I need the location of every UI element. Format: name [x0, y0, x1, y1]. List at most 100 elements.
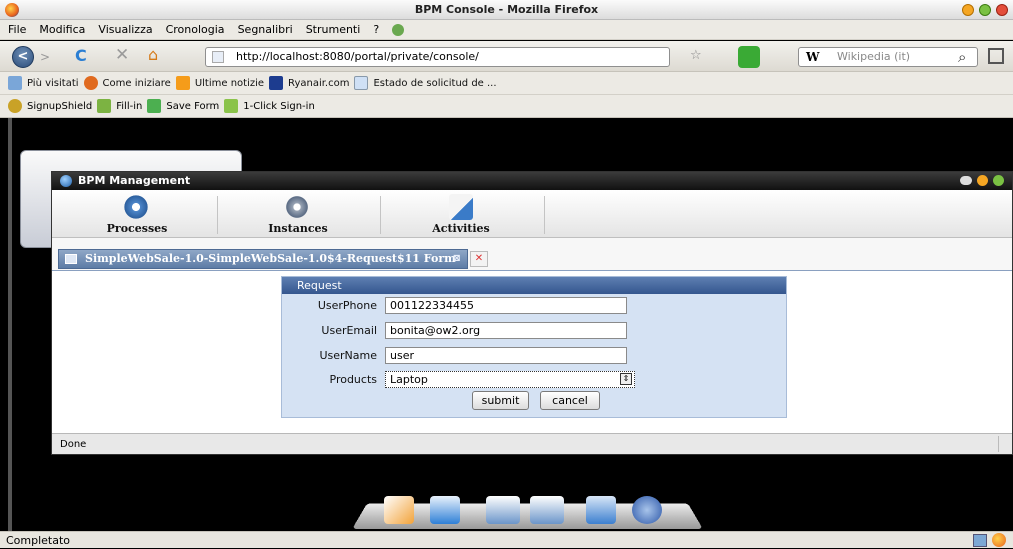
- browser-status-bar: Completato: [0, 531, 1013, 548]
- products-label: Products: [329, 373, 378, 386]
- dock-globe-icon[interactable]: [632, 496, 662, 524]
- url-bar[interactable]: http://localhost:8080/portal/private/con…: [205, 47, 670, 67]
- dock-add-icon[interactable]: [430, 496, 460, 524]
- dropdown-arrow-icon[interactable]: ⇕: [620, 373, 632, 385]
- wikipedia-icon[interactable]: W: [806, 50, 819, 64]
- status-firefox-icon[interactable]: [992, 533, 1006, 547]
- browser-status-text: Completato: [6, 534, 71, 547]
- toolbar-divider: [544, 196, 545, 234]
- menu-file[interactable]: File: [8, 23, 26, 36]
- minimize-button[interactable]: [962, 4, 974, 16]
- url-text: http://localhost:8080/portal/private/con…: [236, 50, 479, 63]
- dock-image-icon[interactable]: [586, 496, 616, 524]
- instances-button[interactable]: Instances: [218, 190, 378, 238]
- form-area: Request UserPhone 001122334455 UserEmail…: [52, 270, 1012, 433]
- save-form-icon: [147, 99, 162, 113]
- useremail-label: UserEmail: [321, 324, 377, 337]
- userphone-input[interactable]: 001122334455: [385, 297, 627, 314]
- bookmark-star-icon[interactable]: ☆: [690, 49, 704, 63]
- bpm-titlebar[interactable]: BPM Management: [52, 172, 1012, 190]
- userphone-label: UserPhone: [317, 299, 377, 312]
- bpm-restore-button[interactable]: [993, 175, 1004, 186]
- stop-icon[interactable]: ✕: [115, 46, 133, 64]
- one-click-icon: [224, 99, 239, 113]
- products-selected-value: Laptop: [390, 373, 428, 386]
- form-heading-text: Request: [297, 279, 342, 292]
- save-form-button[interactable]: Save Form: [166, 101, 219, 112]
- tab-form[interactable]: SimpleWebSale-1.0-SimpleWebSale-1.0$4-Re…: [58, 249, 468, 269]
- one-click-signin-button[interactable]: 1-Click Sign-in: [243, 101, 315, 112]
- bookmark-estado[interactable]: Estado de solicitud de ...: [373, 78, 496, 89]
- username-input[interactable]: user: [385, 347, 627, 364]
- menu-bar: File Modifica Visualizza Cronologia Segn…: [0, 20, 1013, 40]
- signupshield-button[interactable]: SignupShield: [27, 101, 92, 112]
- forward-button[interactable]: >: [40, 50, 54, 64]
- search-placeholder: Wikipedia (it): [837, 50, 911, 63]
- request-form: Request UserPhone 001122334455 UserEmail…: [281, 276, 787, 418]
- activities-document-icon: [449, 194, 473, 220]
- bpm-logo-icon: [60, 175, 72, 187]
- bookmark-getting-started[interactable]: Come iniziare: [103, 78, 171, 89]
- tab-close-icon[interactable]: ⊠: [453, 250, 461, 268]
- bpm-maximize-button[interactable]: [977, 175, 988, 186]
- bookmark-most-visited[interactable]: Più visitati: [27, 78, 79, 89]
- cancel-button[interactable]: cancel: [540, 391, 600, 410]
- form-tab-icon: [65, 254, 77, 264]
- menu-segnalibri[interactable]: Segnalibri: [238, 23, 293, 36]
- submit-button[interactable]: submit: [472, 391, 529, 410]
- bpm-title: BPM Management: [78, 174, 191, 187]
- dock-window-icon[interactable]: [486, 496, 520, 524]
- instances-gears-icon: [283, 194, 311, 220]
- useremail-input[interactable]: bonita@ow2.org: [385, 322, 627, 339]
- close-all-tabs-icon[interactable]: ✕: [470, 251, 488, 267]
- close-button[interactable]: [996, 4, 1008, 16]
- processes-gear-icon: [122, 194, 150, 220]
- home-icon[interactable]: ⌂: [148, 46, 166, 64]
- processes-label: Processes: [106, 222, 168, 235]
- status-addon-icon[interactable]: [973, 534, 987, 547]
- window-titlebar: BPM Console - Mozilla Firefox: [0, 0, 1013, 20]
- products-select[interactable]: Laptop ⇕: [385, 371, 635, 388]
- signupshield-icon: [8, 99, 22, 113]
- site-identity-icon[interactable]: [212, 51, 224, 63]
- resize-grip-icon[interactable]: [998, 436, 1010, 452]
- activities-button[interactable]: Activities: [381, 190, 541, 238]
- activities-label: Activities: [432, 222, 490, 235]
- menu-visualizza[interactable]: Visualizza: [98, 23, 152, 36]
- addon-toolbar-icon[interactable]: [738, 46, 760, 68]
- window-title: BPM Console - Mozilla Firefox: [414, 3, 599, 16]
- most-visited-icon: [8, 76, 22, 90]
- search-icon[interactable]: ⌕: [958, 48, 976, 66]
- processes-button[interactable]: Processes: [57, 190, 217, 238]
- fill-in-button[interactable]: Fill-in: [116, 101, 142, 112]
- bookmarks-toolbar: Più visitati Come iniziare Ultime notizi…: [0, 72, 1013, 95]
- getting-started-icon: [83, 76, 98, 90]
- addon-menu-icon[interactable]: [392, 23, 405, 36]
- desktop-side-handle[interactable]: [8, 118, 12, 531]
- menu-strumenti[interactable]: Strumenti: [306, 23, 361, 36]
- bpm-minimize-button[interactable]: [960, 176, 972, 185]
- rss-icon: [175, 76, 190, 90]
- instances-label: Instances: [268, 222, 328, 235]
- menu-help[interactable]: ?: [373, 23, 379, 36]
- ryanair-icon: [269, 76, 284, 90]
- back-button[interactable]: <: [12, 46, 34, 68]
- menu-modifica[interactable]: Modifica: [39, 23, 85, 36]
- maximize-button[interactable]: [979, 4, 991, 16]
- dock-app-icon[interactable]: [384, 496, 414, 524]
- menu-cronologia[interactable]: Cronologia: [166, 23, 225, 36]
- page-icon: [354, 76, 369, 90]
- bookmark-news[interactable]: Ultime notizie: [195, 78, 264, 89]
- search-input[interactable]: Wikipedia (it): [798, 47, 978, 67]
- window-icon[interactable]: [988, 48, 1004, 64]
- reload-icon[interactable]: C: [75, 47, 93, 65]
- username-label: UserName: [319, 349, 377, 362]
- bpm-status-text: Done: [60, 439, 87, 450]
- tab-form-title: SimpleWebSale-1.0-SimpleWebSale-1.0$4-Re…: [85, 252, 456, 265]
- tab-strip: SimpleWebSale-1.0-SimpleWebSale-1.0$4-Re…: [52, 238, 1012, 270]
- form-heading: Request: [282, 277, 786, 294]
- dock-window2-icon[interactable]: [530, 496, 564, 524]
- navigation-toolbar: < > C ✕ ⌂ http://localhost:8080/portal/p…: [0, 41, 1013, 72]
- addon-toolbar: SignupShield Fill-in Save Form 1-Click S…: [0, 95, 1013, 118]
- bookmark-ryanair[interactable]: Ryanair.com: [288, 78, 349, 89]
